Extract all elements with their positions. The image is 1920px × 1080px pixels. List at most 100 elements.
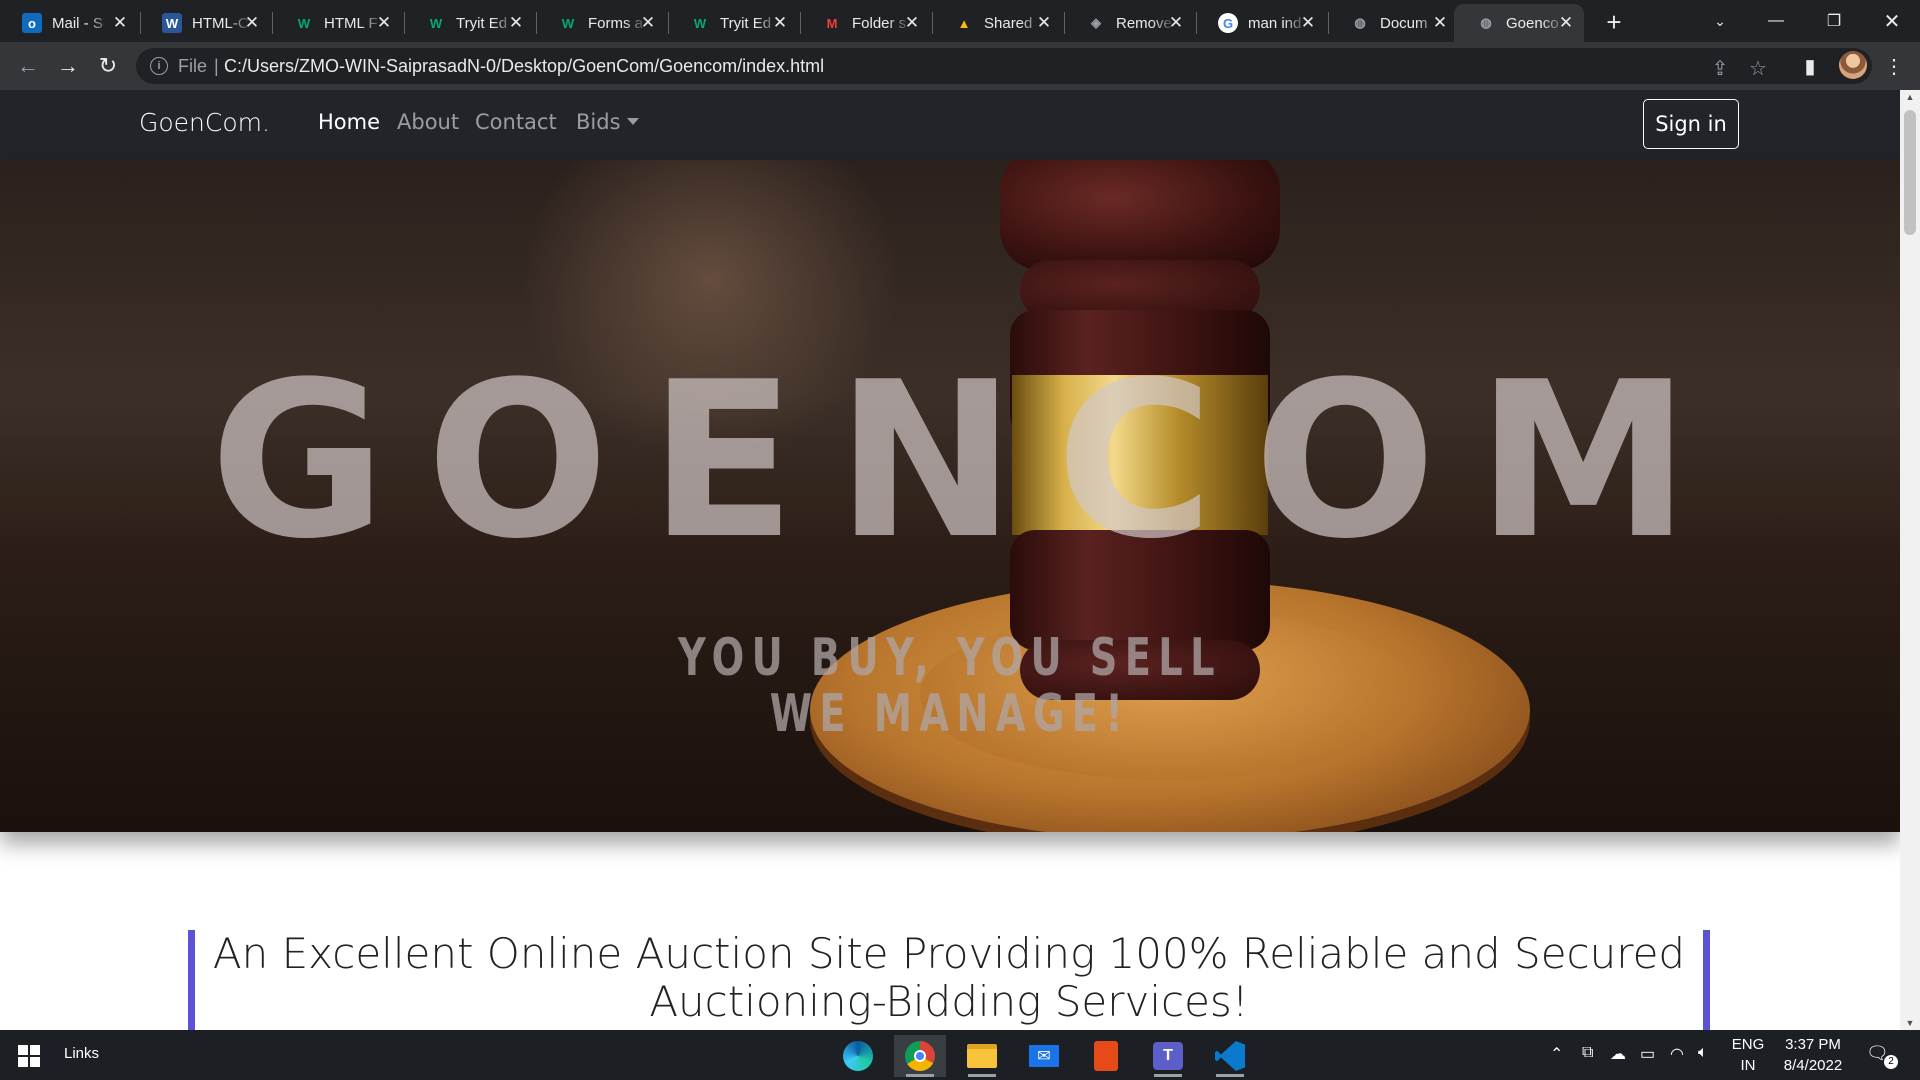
close-icon[interactable]: ✕ [506,13,526,33]
running-indicator [968,1074,996,1077]
teams-icon: T [1153,1042,1183,1070]
close-icon[interactable]: ✕ [1034,13,1054,33]
language-code: ENG [1731,1036,1765,1053]
folder-icon [967,1044,997,1068]
browser-tab[interactable]: o Mail - S ✕ [0,4,138,42]
nav-about[interactable]: About [397,110,459,134]
language-indicator[interactable]: ENG IN [1728,1034,1768,1076]
browser-tab-active[interactable]: ◍ Goenco ✕ [1454,4,1584,42]
tab-strip: o Mail - S ✕ W HTML-C ✕ W HTML F ✕ W Try… [0,0,1920,42]
wifi-icon[interactable]: ◠ [1670,1044,1684,1064]
chrome-icon [905,1041,935,1071]
system-clock[interactable]: 3:37 PM 8/4/2022 [1778,1034,1848,1076]
layers-icon: ◈ [1091,15,1101,30]
windows-start-icon[interactable] [18,1045,40,1067]
browser-tab[interactable]: W HTML-C ✕ [140,4,270,42]
browser-tab[interactable]: W Forms a ✕ [536,4,666,42]
taskbar-edge[interactable] [832,1035,884,1077]
page-scrollbar[interactable]: ▲ ▼ [1900,90,1920,1030]
reload-icon[interactable]: ↻ [92,50,124,82]
windows-taskbar: Links ✉ T ⌃ ⧉ ☁ ▭ ◠ 🔈︎ ENG IN 3:37 PM 8/… [0,1030,1920,1080]
minimize-icon[interactable]: — [1748,0,1804,42]
page-viewport: GoenCom. Home About Contact Bids Sign in… [0,90,1900,1030]
edge-icon [843,1041,873,1071]
close-icon[interactable]: ✕ [902,13,922,33]
hero-title: GOENCOM [209,335,1731,586]
bookmark-star-icon[interactable]: ☆ [1746,56,1770,80]
close-icon[interactable]: ✕ [638,13,658,33]
url-text[interactable]: C:/Users/ZMO-WIN-SaiprasadN-0/Desktop/Go… [224,56,824,77]
signin-button[interactable]: Sign in [1643,99,1739,149]
profile-avatar[interactable] [1839,51,1867,79]
nav-bids-label: Bids [576,110,621,134]
browser-tab[interactable]: M Folder s ✕ [800,4,930,42]
close-icon[interactable]: ✕ [110,13,130,33]
taskbar-office[interactable] [1080,1035,1132,1077]
battery-icon[interactable]: ▭ [1640,1044,1655,1064]
scroll-down-arrow-icon[interactable]: ▼ [1905,1018,1915,1028]
close-icon[interactable]: ✕ [1430,13,1450,33]
taskbar-mail[interactable]: ✉ [1018,1035,1070,1077]
hero-banner: GOENCOM YOU BUY, YOU SELL WE MANAGE! [0,160,1900,832]
side-panel-icon[interactable]: ▮ [1798,54,1822,78]
more-menu-icon[interactable]: ⋮ [1882,54,1906,78]
running-indicator [1216,1074,1244,1077]
close-window-icon[interactable]: ✕ [1864,0,1920,42]
w3schools-icon: W [297,15,311,31]
share-icon[interactable]: ⇪ [1708,56,1732,80]
browser-tab[interactable]: ◍ Docum ✕ [1328,4,1458,42]
nav-contact[interactable]: Contact [475,110,557,134]
meet-now-icon[interactable]: ⧉ [1582,1044,1593,1062]
nav-bids-dropdown[interactable]: Bids [576,110,639,134]
nav-home[interactable]: Home [318,110,380,134]
links-toolbar[interactable]: Links [64,1045,99,1062]
back-icon[interactable]: ← [12,50,44,82]
taskbar-file-explorer[interactable] [956,1035,1008,1077]
chevron-down-icon[interactable]: ⌄ [1692,0,1748,42]
intro-section: An Excellent Online Auction Site Providi… [188,930,1710,1030]
browser-tab[interactable]: W Tryit Ed ✕ [404,4,534,42]
clock-time: 3:37 PM [1785,1036,1841,1053]
mail-icon: ✉ [1029,1045,1059,1067]
close-icon[interactable]: ✕ [1166,13,1186,33]
volume-icon[interactable]: 🔈︎ [1698,1044,1708,1062]
site-navbar: GoenCom. Home About Contact Bids Sign in [0,90,1900,160]
forward-icon[interactable]: → [52,50,84,82]
site-brand[interactable]: GoenCom. [139,108,270,137]
browser-tab[interactable]: W Tryit Ed ✕ [668,4,798,42]
browser-tab[interactable]: ◈ Remove ✕ [1064,4,1194,42]
close-icon[interactable]: ✕ [770,13,790,33]
scroll-thumb[interactable] [1904,110,1916,235]
taskbar-vscode[interactable] [1204,1035,1256,1077]
tab-title: Mail - S [52,14,103,32]
taskbar-teams[interactable]: T [1142,1035,1194,1077]
browser-tab[interactable]: W HTML F ✕ [272,4,402,42]
gmail-icon: M [826,15,838,31]
browser-toolbar: ← → ↻ i File | C:/Users/ZMO-WIN-Saiprasa… [0,42,1920,90]
running-indicator [1154,1074,1182,1077]
restore-icon[interactable]: ❐ [1806,0,1862,42]
close-icon[interactable]: ✕ [1298,13,1318,33]
onedrive-icon[interactable]: ☁ [1610,1044,1626,1064]
browser-tab[interactable]: G man ind ✕ [1196,4,1326,42]
close-icon[interactable]: ✕ [242,13,262,33]
scheme-label: File [178,56,208,76]
taskbar-chrome[interactable] [894,1035,946,1077]
clock-date: 8/4/2022 [1783,1057,1843,1074]
browser-tab[interactable]: ▲ Shared ✕ [932,4,1062,42]
close-icon[interactable]: ✕ [1556,13,1576,33]
vscode-icon [1215,1041,1245,1071]
outlook-icon: o [22,13,42,33]
close-icon[interactable]: ✕ [374,13,394,33]
active-indicator [906,1074,934,1077]
word-icon: W [162,13,182,33]
info-icon[interactable]: i [150,57,168,75]
chevron-up-icon[interactable]: ⌃ [1550,1044,1563,1064]
address-bar[interactable]: i File | C:/Users/ZMO-WIN-SaiprasadN-0/D… [136,48,1872,84]
hero-tagline-line2: WE MANAGE! [769,684,1131,744]
new-tab-icon[interactable]: + [1600,7,1628,37]
scroll-up-arrow-icon[interactable]: ▲ [1905,92,1915,102]
hero-tagline: YOU BUY, YOU SELL WE MANAGE! [171,630,1729,742]
hero-tagline-line1: YOU BUY, YOU SELL [678,628,1222,688]
google-drive-icon: ▲ [957,15,971,31]
